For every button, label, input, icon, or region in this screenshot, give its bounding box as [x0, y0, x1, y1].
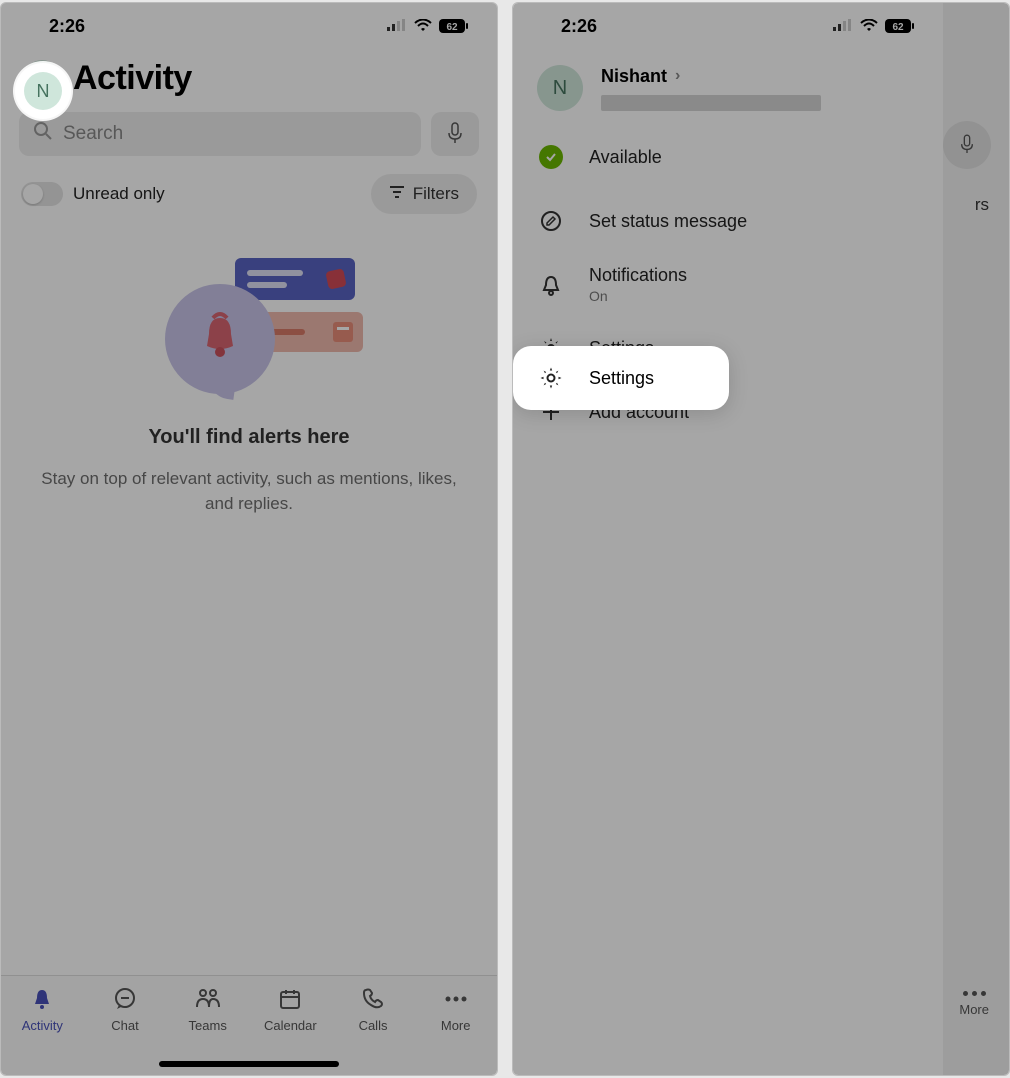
- bell-icon: [28, 986, 56, 1012]
- tab-label: Teams: [189, 1018, 227, 1033]
- drawer-avatar: N: [537, 65, 583, 111]
- empty-description: Stay on top of relevant activity, such a…: [41, 467, 457, 516]
- status-time: 2:26: [49, 16, 85, 37]
- svg-text:62: 62: [446, 22, 458, 33]
- tab-more[interactable]: More: [414, 986, 497, 1075]
- filter-icon: [389, 184, 405, 204]
- tab-activity[interactable]: Activity: [1, 986, 84, 1075]
- tab-chat[interactable]: Chat: [84, 986, 167, 1075]
- drawer-user-name: Nishant ›: [601, 66, 919, 87]
- gear-icon: [537, 364, 565, 392]
- drawer-item-set-status[interactable]: Set status message: [513, 189, 943, 253]
- tab-label: Chat: [111, 1018, 138, 1033]
- phone-left: 2:26 62 N Activity Search: [0, 2, 498, 1076]
- drawer-item-label: Available: [589, 147, 662, 168]
- teams-icon: [194, 986, 222, 1012]
- mic-button-behind[interactable]: [943, 121, 991, 169]
- header: N Activity: [1, 49, 497, 104]
- search-row: Search: [1, 104, 497, 164]
- search-input[interactable]: Search: [19, 112, 421, 156]
- cellular-icon: [833, 19, 853, 33]
- phone-icon: [359, 986, 387, 1012]
- filter-row: Unread only Filters: [1, 164, 497, 224]
- wifi-icon: [859, 19, 879, 33]
- home-indicator[interactable]: [159, 1061, 339, 1067]
- tab-bar: Activity Chat Teams Calendar Calls: [1, 975, 497, 1075]
- status-available-icon: [537, 143, 565, 171]
- tab-label: Activity: [22, 1018, 63, 1033]
- search-icon: [33, 121, 53, 147]
- tab-calls[interactable]: Calls: [332, 986, 415, 1075]
- tab-label: More: [441, 1018, 471, 1033]
- wifi-icon: [413, 19, 433, 33]
- mic-button[interactable]: [431, 112, 479, 156]
- svg-text:62: 62: [892, 22, 904, 33]
- status-icons: 62: [833, 18, 915, 34]
- bell-icon: [537, 271, 565, 299]
- tab-label: More: [959, 1002, 989, 1017]
- drawer-user-email-redacted: [601, 95, 821, 111]
- status-icons: 62: [387, 18, 469, 34]
- bell-icon: [195, 312, 245, 362]
- search-placeholder: Search: [63, 123, 123, 145]
- settings-highlight[interactable]: Settings: [513, 346, 729, 410]
- cellular-icon: [387, 19, 407, 33]
- tab-more-partial[interactable]: More: [959, 991, 989, 1017]
- user-name-text: Nishant: [601, 66, 667, 87]
- more-icon: [959, 991, 989, 996]
- battery-icon: 62: [885, 18, 915, 34]
- mic-icon: [959, 134, 975, 156]
- empty-illustration: [139, 246, 359, 406]
- background-strip: rs More: [941, 3, 1009, 1075]
- status-bar: 2:26 62: [1, 3, 497, 49]
- drawer-item-notifications[interactable]: Notifications On: [513, 253, 943, 316]
- tab-label: Calls: [359, 1018, 388, 1033]
- status-bar: 2:26 62: [513, 3, 943, 49]
- phone-right: rs More 2:26 62 N: [512, 2, 1010, 1076]
- drawer-item-status[interactable]: Available: [513, 125, 943, 189]
- empty-title: You'll find alerts here: [41, 426, 457, 449]
- profile-avatar-highlighted[interactable]: N: [24, 72, 62, 110]
- filters-button[interactable]: Filters: [371, 174, 477, 214]
- settings-label: Settings: [589, 368, 654, 389]
- profile-drawer: 2:26 62 N Nishant ›: [513, 3, 943, 1075]
- chat-icon: [111, 986, 139, 1012]
- calendar-icon: [276, 986, 304, 1012]
- mic-icon: [446, 122, 464, 146]
- drawer-item-sublabel: On: [589, 288, 687, 304]
- drawer-item-label: Set status message: [589, 211, 747, 232]
- page-title: Activity: [73, 59, 192, 98]
- unread-label: Unread only: [73, 184, 165, 204]
- edit-icon: [537, 207, 565, 235]
- filters-partial: rs: [975, 195, 989, 215]
- empty-state: You'll find alerts here Stay on top of r…: [1, 224, 497, 538]
- chevron-right-icon: ›: [675, 67, 680, 85]
- status-time: 2:26: [561, 16, 597, 37]
- battery-icon: 62: [439, 18, 469, 34]
- drawer-item-label: Notifications: [589, 265, 687, 286]
- avatar-highlight[interactable]: N: [15, 63, 71, 119]
- unread-toggle[interactable]: [21, 182, 63, 206]
- tab-label: Calendar: [264, 1018, 317, 1033]
- filters-label: Filters: [413, 184, 459, 204]
- more-icon: [442, 986, 470, 1012]
